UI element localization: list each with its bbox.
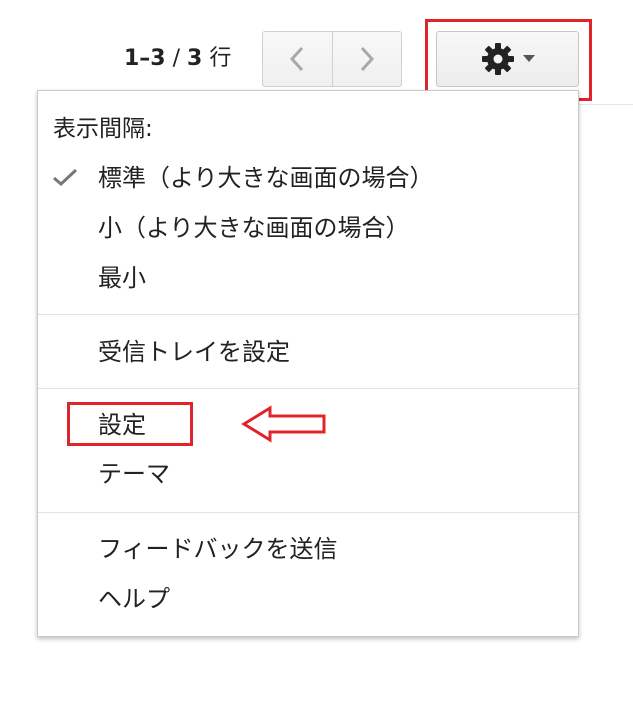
pager-nav (262, 31, 402, 87)
help-item[interactable]: ヘルプ (98, 582, 170, 616)
send-feedback-item[interactable]: フィードバックを送信 (98, 532, 338, 566)
chevron-right-icon (360, 46, 374, 72)
menu-divider (38, 314, 578, 315)
configure-inbox-item[interactable]: 受信トレイを設定 (98, 335, 290, 369)
menu-divider (38, 512, 578, 513)
previous-page-button[interactable] (263, 32, 332, 86)
pager-total: 3 (187, 46, 203, 71)
menu-divider (38, 388, 578, 389)
pager-slash: / (165, 46, 188, 71)
density-option-compact[interactable]: 最小 (98, 261, 146, 295)
caret-down-icon (522, 55, 535, 62)
density-heading: 表示間隔: (53, 116, 153, 142)
settings-dropdown-menu: 表示間隔: 標準（より大きな画面の場合） 小（より大きな画面の場合） 最小 受信… (37, 90, 579, 637)
chevron-left-icon (290, 46, 304, 72)
density-option-comfortable[interactable]: 標準（より大きな画面の場合） (98, 161, 434, 195)
themes-menu-item[interactable]: テーマ (98, 457, 170, 491)
toolbar-divider (578, 104, 633, 105)
pager-range: 1–3 (124, 46, 166, 71)
pager-unit: 行 (202, 46, 232, 71)
settings-menu-item[interactable]: 設定 (98, 408, 146, 442)
next-page-button[interactable] (331, 32, 402, 86)
pager-count: 1–3 / 3 行 (124, 44, 231, 74)
gear-icon (481, 43, 514, 75)
density-option-cozy[interactable]: 小（より大きな画面の場合） (98, 211, 410, 245)
settings-gear-button[interactable] (436, 31, 579, 87)
checkmark-icon (53, 168, 78, 187)
